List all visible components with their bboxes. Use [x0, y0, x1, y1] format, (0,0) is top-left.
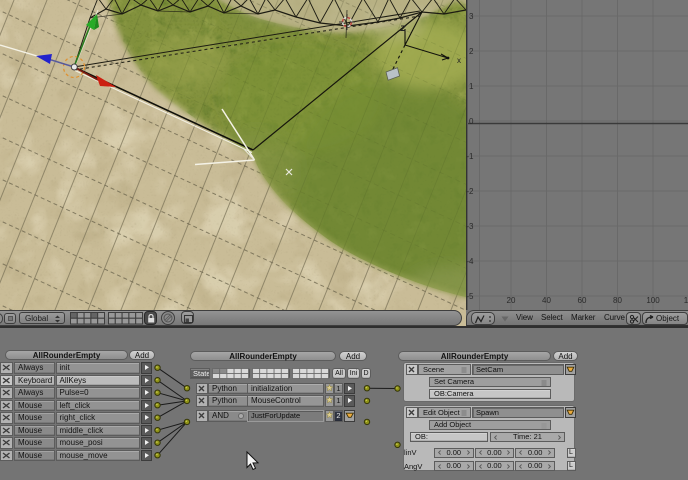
- svg-text:60: 60: [578, 296, 587, 305]
- svg-text:1: 1: [684, 296, 688, 305]
- svg-text:-3: -3: [466, 222, 474, 231]
- svg-text:0: 0: [469, 117, 474, 126]
- svg-text:20: 20: [507, 296, 516, 305]
- svg-text:-2: -2: [466, 187, 474, 196]
- svg-text:-1: -1: [466, 152, 474, 161]
- svg-text:2: 2: [469, 47, 474, 56]
- svg-text:-4: -4: [466, 257, 474, 266]
- svg-text:3: 3: [469, 12, 474, 21]
- svg-text:40: 40: [542, 296, 551, 305]
- svg-text:80: 80: [613, 296, 622, 305]
- svg-text:x: x: [457, 56, 461, 65]
- svg-text:100: 100: [646, 296, 660, 305]
- svg-text:1: 1: [469, 82, 474, 91]
- svg-text:-5: -5: [466, 292, 474, 301]
